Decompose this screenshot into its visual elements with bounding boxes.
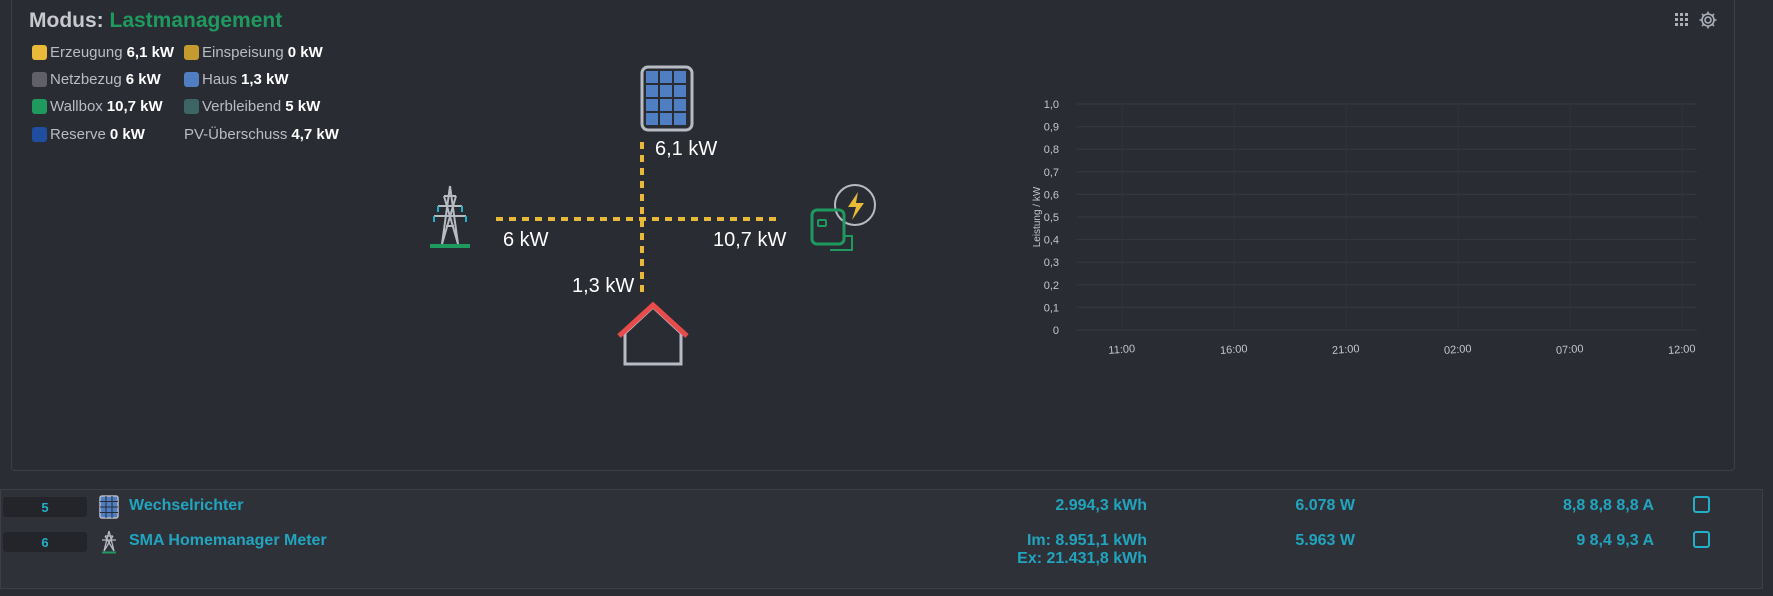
y-tick-label: 0,3: [1044, 257, 1059, 269]
energy-flow-diagram: 6,1 kW 6 kW 10,7 kW 1,3 kW: [12, 0, 1012, 471]
wallbox-power-label: 10,7 kW: [713, 229, 787, 251]
device-name-link[interactable]: Wechselrichter: [129, 497, 243, 515]
x-tick-label: 16:00: [1220, 343, 1248, 357]
y-tick-label: 0,4: [1044, 235, 1059, 247]
device-list: 5 Wechselrichter 2.994,3 kWh 6.078 W 8,8…: [0, 489, 1763, 589]
flow-lines: [496, 142, 782, 296]
y-tick-label: 0,7: [1044, 167, 1059, 179]
gear-icon[interactable]: [1698, 10, 1718, 30]
wallbox-icon: [810, 184, 876, 251]
x-tick-label: 07:00: [1556, 343, 1584, 357]
x-tick-label: 02:00: [1444, 343, 1472, 357]
device-power: 6.078 W: [1295, 497, 1355, 514]
grid-view-icon[interactable]: [1672, 10, 1692, 30]
solar-panel-icon: [640, 65, 694, 132]
device-checkbox[interactable]: [1693, 496, 1710, 513]
device-energy: 2.994,3 kWh: [1055, 497, 1147, 514]
y-tick-label: 0,9: [1044, 122, 1059, 134]
y-tick-label: 0,8: [1044, 144, 1059, 156]
power-chart: 1,0 0,9 0,8 0,7 0,6 0,5 0,4 0,3 0,2 0,1 0 11:00 16:0…: [1032, 99, 1732, 430]
device-row-wechselrichter: 5 Wechselrichter 2.994,3 kWh 6.078 W 8,8…: [1, 495, 1762, 529]
device-energy: Im: 8.951,1 kWh Ex: 21.431,8 kWh: [1017, 532, 1147, 567]
energy-flow-panel: Modus: Lastmanagement Erzeugung 6,1 kW E…: [11, 0, 1735, 471]
y-tick-label: 0,6: [1044, 189, 1059, 201]
device-checkbox[interactable]: [1693, 531, 1710, 548]
device-current: 8,8 8,8 8,8 A: [1562, 497, 1654, 514]
device-id: 6: [3, 532, 87, 552]
device-current: 9 8,4 9,3 A: [1576, 532, 1654, 549]
device-power: 5.963 W: [1295, 532, 1355, 549]
y-tick-label: 0,2: [1044, 280, 1059, 292]
device-name-link[interactable]: SMA Homemanager Meter: [129, 532, 327, 550]
device-row-sma-meter: 6 SMA Homemanager Meter Im: 8.951,1 kWh …: [1, 530, 1762, 567]
solar-panel-icon: [99, 495, 119, 519]
y-axis-label: Leistung / kW: [1032, 186, 1043, 247]
x-tick-label: 21:00: [1332, 343, 1360, 357]
device-id: 5: [3, 497, 87, 517]
x-tick-label: 12:00: [1668, 343, 1696, 357]
grid-power-label: 6 kW: [503, 229, 549, 251]
house-icon: [617, 301, 689, 366]
pv-power-label: 6,1 kW: [655, 138, 718, 160]
y-tick-label: 0: [1053, 325, 1059, 337]
power-pylon-icon: [99, 530, 119, 554]
y-tick-label: 1,0: [1044, 100, 1059, 111]
y-tick-label: 0,1: [1044, 302, 1059, 314]
x-tick-label: 11:00: [1108, 343, 1135, 357]
power-pylon-icon: [430, 185, 470, 248]
house-power-label: 1,3 kW: [572, 275, 635, 297]
y-tick-label: 0,5: [1044, 212, 1059, 224]
